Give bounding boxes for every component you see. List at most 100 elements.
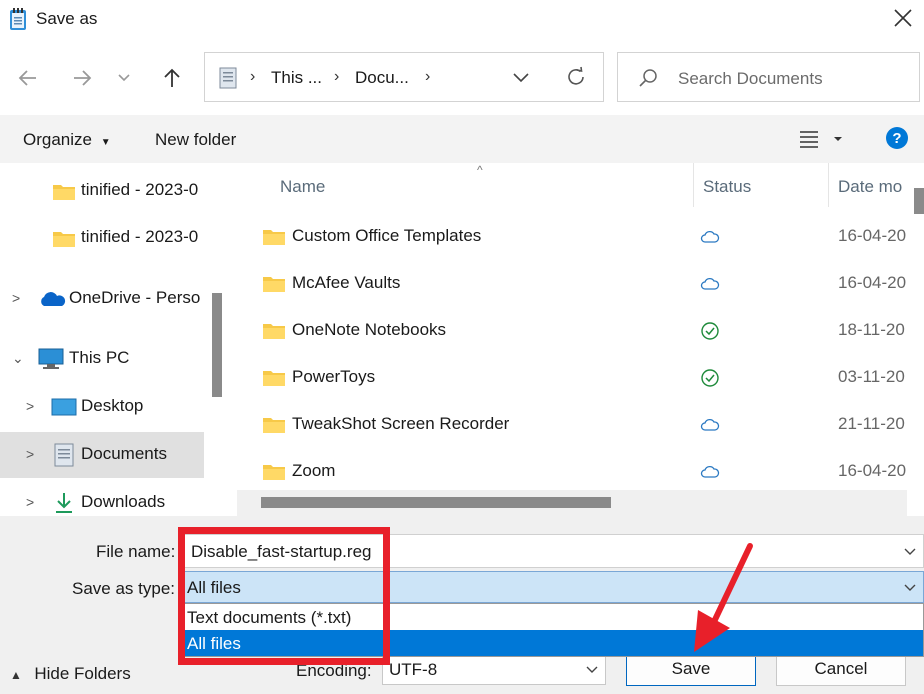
file-date: 16-04-20 [838,226,907,245]
close-button[interactable] [888,6,918,32]
nav-item-label: Desktop [81,396,144,415]
cloud-icon [700,274,720,294]
file-row[interactable]: Custom Office Templates 16-04-20 [233,213,913,257]
title-bar [0,0,924,40]
column-header-date[interactable]: Date mo [838,177,902,197]
nav-item-onedrive[interactable]: > OneDrive - Perso [0,276,204,322]
breadcrumb-documents[interactable]: Docu... [355,68,409,88]
file-list-vertical-scrollbar-thumb[interactable] [914,188,924,214]
svg-text:?: ? [892,130,901,147]
breadcrumb-separator: › [425,68,431,85]
breadcrumb-separator: › [334,68,340,85]
organize-label: Organize [23,130,92,149]
folder-icon [262,321,286,340]
nav-item-folder-2[interactable]: tinified - 2023-0 [0,215,204,261]
chevron-down-icon [118,74,130,82]
file-row[interactable]: PowerToys 03-11-20 [233,354,913,398]
file-name: McAfee Vaults [292,273,401,292]
view-options-button[interactable] [798,129,846,149]
encoding-value: UTF-8 [389,660,438,679]
breadcrumb-this-pc[interactable]: This ... [271,68,322,88]
chevron-down-icon[interactable]: ⌄ [12,350,24,367]
search-box[interactable]: Search Documents [617,52,920,102]
search-icon [638,68,658,88]
nav-item-label: tinified - 2023-0 [81,180,199,199]
column-divider[interactable] [693,163,694,207]
column-divider[interactable] [828,163,829,207]
file-name: OneNote Notebooks [292,320,447,339]
folder-icon [262,274,286,293]
nav-item-label: Downloads [81,492,166,511]
nav-item-documents[interactable]: > Documents [0,432,204,478]
window-title: Save as [36,9,98,28]
synced-check-icon [700,368,720,388]
refresh-icon [568,66,584,85]
hide-folders-button[interactable]: ▲ Hide Folders [10,664,131,684]
chevron-down-icon[interactable] [584,661,600,677]
cancel-button[interactable]: Cancel [776,652,906,686]
nav-item-folder-1[interactable]: tinified - 2023-0 [0,168,204,214]
recent-locations-button[interactable] [114,65,134,91]
file-row[interactable]: OneNote Notebooks 18-11-20 [233,307,913,351]
nav-item-desktop[interactable]: > Desktop [0,384,204,430]
up-button[interactable] [159,65,185,91]
file-name: Custom Office Templates [292,226,482,245]
file-date: 16-04-20 [838,461,907,480]
folder-icon [52,229,76,248]
notepad-icon [8,7,28,31]
file-date: 16-04-20 [838,273,907,292]
back-arrow-icon [18,70,36,86]
encoding-select[interactable]: UTF-8 [382,653,606,685]
nav-item-label: OneDrive - Perso [69,288,201,307]
column-header-name[interactable]: Name [280,177,325,197]
new-folder-button[interactable]: New folder [155,130,236,150]
documents-icon [54,443,74,467]
file-row[interactable]: McAfee Vaults 16-04-20 [233,260,913,304]
file-date: 21-11-20 [838,414,905,433]
onedrive-cloud-icon [38,290,66,308]
address-bar[interactable]: › This ... › Docu... › [204,52,604,102]
column-header-status[interactable]: Status [703,177,751,197]
file-name: TweakShot Screen Recorder [292,414,510,433]
refresh-button[interactable] [565,66,587,88]
nav-item-label: tinified - 2023-0 [81,227,199,246]
organize-button[interactable]: Organize ▼ [23,130,111,150]
folder-icon [52,182,76,201]
file-date: 03-11-20 [838,367,905,386]
desktop-icon [51,397,77,417]
sort-ascending-icon: ^ [477,163,483,177]
help-button[interactable]: ? [885,126,909,150]
up-arrow-icon [164,68,180,87]
address-history-button[interactable] [511,67,531,87]
chevron-right-icon[interactable]: > [26,398,34,414]
file-date: 18-11-20 [838,320,905,339]
file-name: Zoom [292,461,336,480]
cloud-icon [700,415,720,435]
command-bar [0,115,924,163]
help-icon: ? [886,127,908,149]
nav-item-label: This PC [69,348,130,367]
chevron-right-icon[interactable]: > [26,446,34,462]
folder-icon [262,368,286,387]
file-list: ^ Name Status Date mo Custom Office Temp… [233,163,924,516]
nav-pane-scrollbar-thumb[interactable] [212,293,222,397]
nav-item-downloads[interactable]: > Downloads [0,480,204,516]
forward-button[interactable] [69,65,95,91]
file-row[interactable]: TweakShot Screen Recorder 21-11-20 [233,401,913,445]
folder-icon [262,415,286,434]
nav-item-this-pc[interactable]: ⌄ This PC [0,336,204,382]
chevron-right-icon[interactable]: > [12,290,20,306]
red-arrow-annotation-icon [690,540,760,660]
file-row[interactable]: Zoom 16-04-20 [233,448,913,492]
chevron-right-icon[interactable]: > [26,494,34,510]
forward-arrow-icon [74,70,92,86]
caret-down-icon: ▼ [100,137,111,148]
download-arrow-icon [54,492,74,514]
synced-check-icon [700,321,720,341]
folder-icon [262,227,286,246]
horizontal-scrollbar-thumb[interactable] [261,497,611,508]
back-button[interactable] [15,65,41,91]
file-name-label: File name: [96,542,176,561]
chevron-down-icon[interactable] [902,543,918,559]
chevron-down-icon[interactable] [902,579,918,595]
